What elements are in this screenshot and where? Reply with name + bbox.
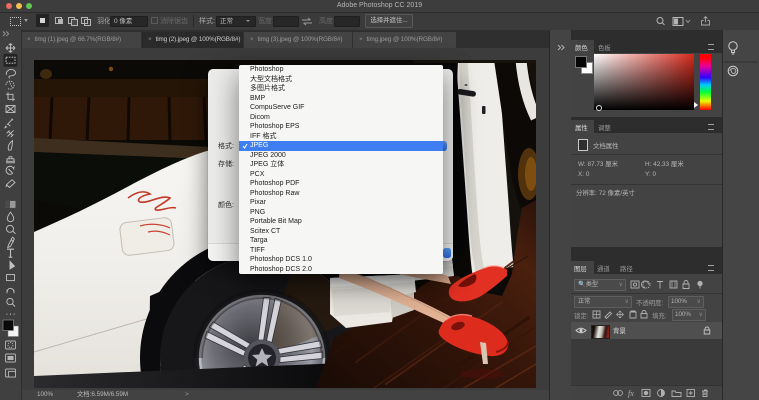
- svg-text:fx: fx: [628, 389, 634, 398]
